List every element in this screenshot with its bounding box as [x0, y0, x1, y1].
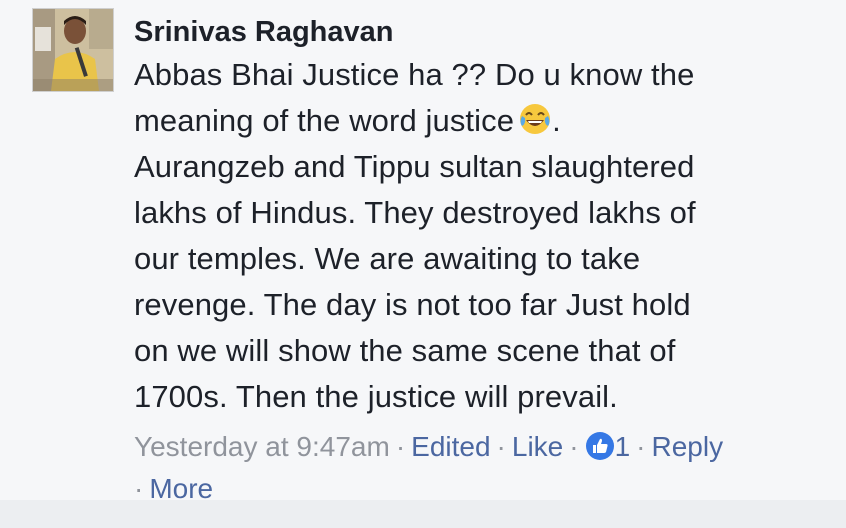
reply-button[interactable]: Reply	[651, 431, 723, 462]
comment-line-text: meaning of the word justice	[134, 103, 515, 138]
comment-line: revenge. The day is not too far Just hol…	[134, 287, 691, 322]
comment-meta: Yesterday at 9:47am · Edited · Like · 1 · Reply…	[134, 426, 834, 500]
like-count[interactable]: 1	[615, 431, 631, 462]
comment-line: 1700s. Then the justice will prevail.	[134, 379, 618, 414]
author-name[interactable]: Srinivas Raghavan	[134, 12, 834, 52]
comment-line: lakhs of Hindus. They destroyed lakhs of	[134, 195, 696, 230]
laughing-tears-emoji-icon	[518, 102, 552, 136]
comment-line: Abbas Bhai Justice ha ?? Do u know the	[134, 57, 695, 92]
avatar[interactable]	[32, 8, 114, 92]
more-link[interactable]: More	[149, 473, 213, 500]
comment-card: Srinivas Raghavan Abbas Bhai Justice ha …	[0, 0, 846, 500]
like-button[interactable]: Like	[512, 431, 563, 462]
profile-photo	[33, 9, 113, 91]
separator: ·	[636, 431, 646, 462]
comment-line: Aurangzeb and Tippu sultan slaughtered	[134, 149, 695, 184]
footer-strip	[0, 500, 846, 528]
separator: ·	[395, 431, 406, 462]
comment-line-suffix: .	[552, 103, 561, 138]
separator: ·	[496, 431, 506, 462]
thumbs-up-icon[interactable]	[585, 431, 615, 461]
separator: ·	[569, 431, 579, 462]
comment-line: meaning of the word justice .	[134, 98, 834, 144]
comment-line: our temples. We are awaiting to take	[134, 241, 641, 276]
comment-line: on we will show the same scene that of	[134, 333, 676, 368]
comment-text: Abbas Bhai Justice ha ?? Do u know the m…	[134, 52, 834, 420]
edited-link[interactable]: Edited	[411, 431, 490, 462]
timestamp[interactable]: Yesterday at 9:47am	[134, 431, 390, 462]
separator: ·	[134, 473, 144, 500]
